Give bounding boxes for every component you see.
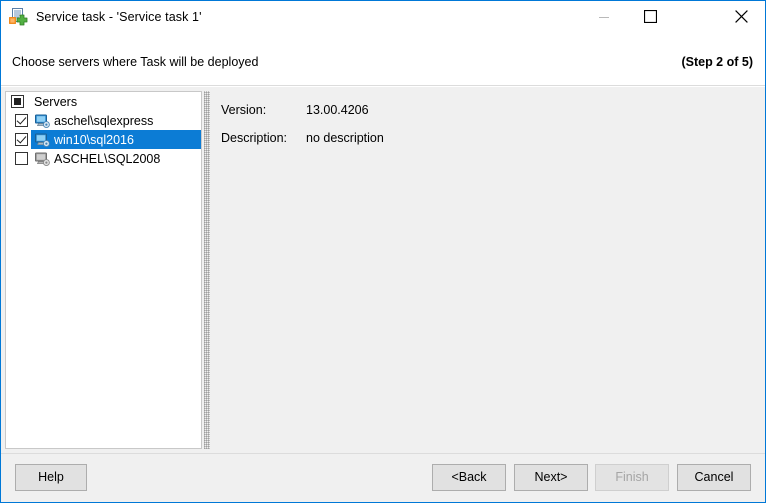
select-all-checkbox[interactable]: [11, 95, 24, 108]
list-item[interactable]: ASCHEL\SQL2008: [6, 149, 201, 168]
maximize-button[interactable]: [627, 1, 673, 32]
description-row: Description: no description: [221, 131, 384, 145]
server-name: aschel\sqlexpress: [54, 113, 154, 128]
server-list-header-label: Servers: [34, 94, 78, 109]
wizard-step-indicator: (Step 2 of 5): [681, 55, 753, 69]
wizard-subtitle: Choose servers where Task will be deploy…: [12, 55, 259, 69]
server-checkbox[interactable]: [15, 133, 28, 146]
version-row: Version: 13.00.4206: [221, 103, 369, 117]
server-checkbox[interactable]: [15, 114, 28, 127]
next-button[interactable]: Next>: [514, 464, 588, 491]
list-item[interactable]: aschel\sqlexpress: [6, 111, 201, 130]
server-list-panel: Servers aschel\sqlexpress win10\sql2016 …: [5, 91, 202, 449]
panel-splitter[interactable]: [204, 91, 210, 449]
service-task-wizard-window: Service task - 'Service task 1' Choose s…: [0, 0, 766, 503]
description-value: no description: [306, 131, 384, 145]
list-item[interactable]: win10\sql2016: [6, 130, 201, 149]
server-icon: [34, 132, 50, 148]
finish-button: Finish: [595, 464, 669, 491]
help-button[interactable]: Help: [15, 464, 87, 491]
server-list[interactable]: Servers aschel\sqlexpress win10\sql2016 …: [6, 92, 201, 168]
close-button[interactable]: [718, 1, 764, 32]
wizard-footer: Help <Back Next> Finish Cancel: [1, 453, 765, 502]
back-button[interactable]: <Back: [432, 464, 506, 491]
server-name: win10\sql2016: [54, 132, 134, 147]
title-bar: Service task - 'Service task 1': [1, 1, 765, 32]
server-checkbox[interactable]: [15, 152, 28, 165]
version-label: Version:: [221, 103, 267, 117]
server-details-panel: Version: 13.00.4206 Description: no descri…: [212, 91, 762, 449]
minimize-button[interactable]: [581, 1, 627, 32]
wizard-header: Choose servers where Task will be deploy…: [1, 32, 765, 86]
window-title: Service task - 'Service task 1': [36, 9, 202, 24]
version-value: 13.00.4206: [306, 103, 369, 117]
server-icon-disabled: [34, 151, 50, 167]
wizard-content: Servers aschel\sqlexpress win10\sql2016 …: [1, 87, 765, 453]
service-task-icon: [8, 7, 28, 27]
server-icon: [34, 113, 50, 129]
description-label: Description:: [221, 131, 287, 145]
cancel-button[interactable]: Cancel: [677, 464, 751, 491]
server-name: ASCHEL\SQL2008: [54, 151, 161, 166]
server-list-header: Servers: [6, 92, 201, 111]
